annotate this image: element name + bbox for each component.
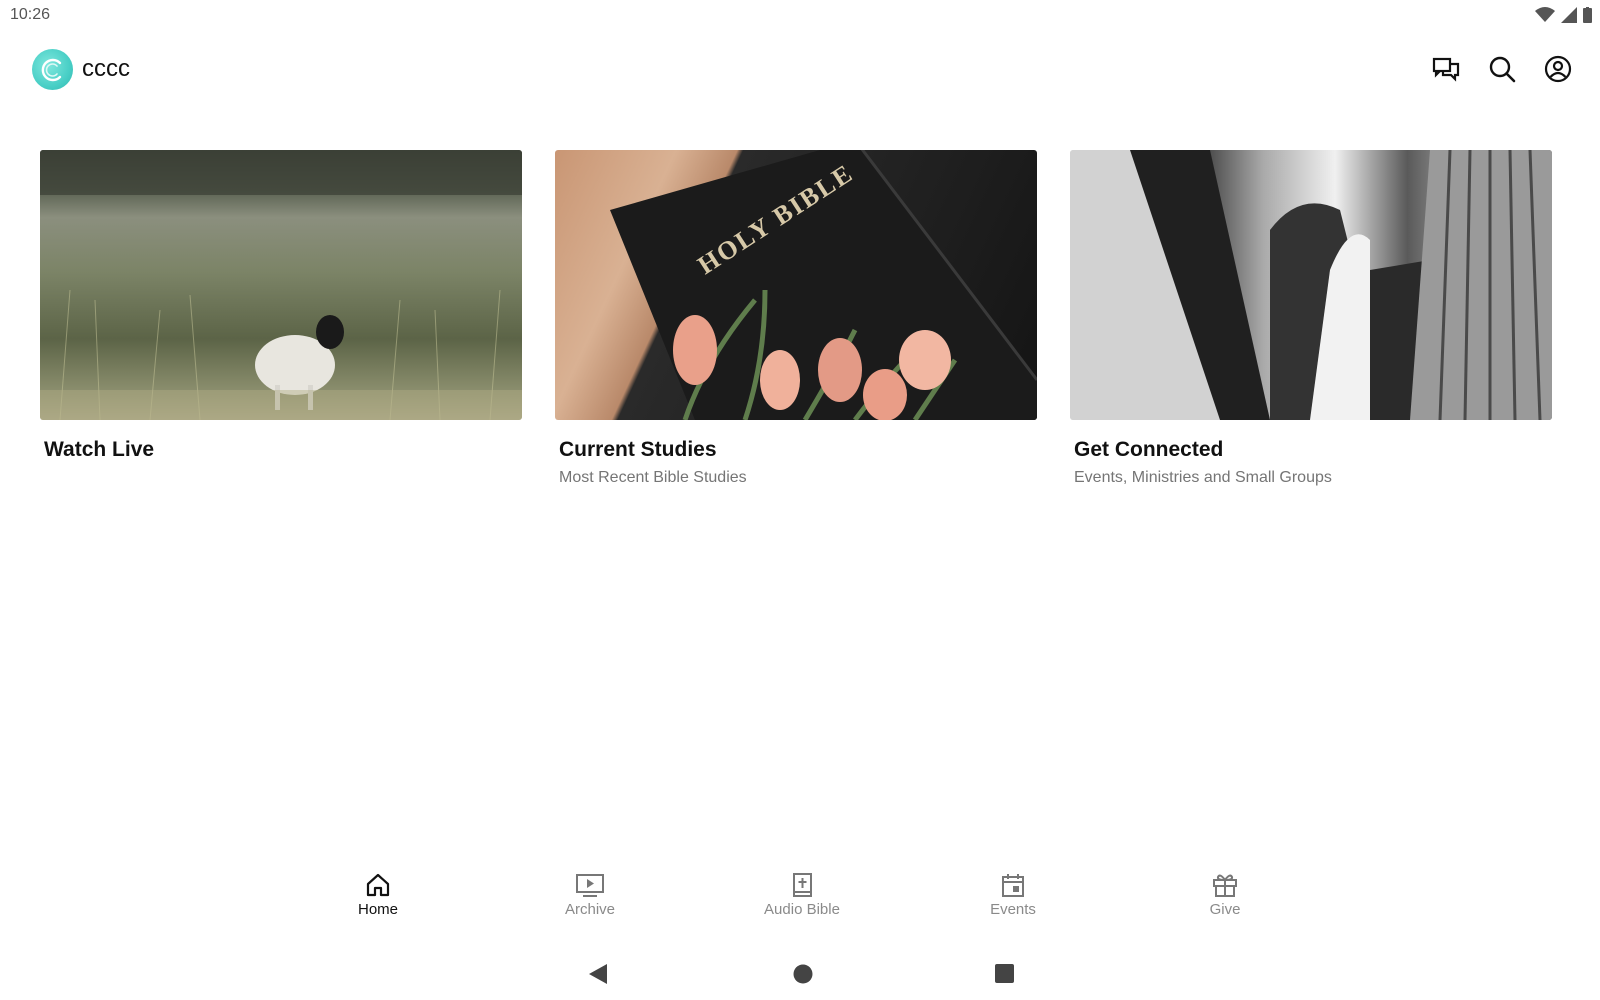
chat-button[interactable] (1430, 53, 1462, 85)
recents-square-icon (995, 964, 1014, 983)
card-subtitle: Events, Ministries and Small Groups (1074, 469, 1332, 486)
logo-mark-icon (41, 58, 61, 81)
status-icons (1535, 7, 1592, 28)
wifi-icon (1535, 7, 1555, 28)
back-button[interactable] (588, 963, 608, 990)
home-circle-icon (793, 964, 813, 984)
nav-label: Archive (564, 901, 616, 918)
nav-label: Events (990, 901, 1036, 918)
nav-item-events[interactable]: Events (953, 872, 1073, 918)
card-image-clasped-hands[interactable] (1070, 150, 1552, 420)
home-icon (366, 873, 390, 897)
clasped-hands-image (1070, 150, 1552, 420)
card-image-lamb-in-field[interactable] (40, 150, 522, 420)
card-subtitle: Most Recent Bible Studies (559, 469, 747, 486)
app-logo[interactable] (32, 49, 73, 90)
home-button[interactable] (793, 964, 813, 989)
nav-item-home[interactable]: Home (318, 872, 438, 918)
nav-item-audio-bible[interactable]: Audio Bible (742, 872, 862, 918)
nav-label: Audio Bible (764, 901, 840, 918)
card-get-connected[interactable]: Get Connected Events, Ministries and Sma… (1070, 150, 1552, 487)
account-icon (1544, 55, 1572, 83)
chat-icon (1432, 57, 1460, 82)
status-bar: 10:26 (0, 0, 1600, 30)
status-time: 10:26 (10, 6, 51, 23)
search-button[interactable] (1486, 53, 1518, 85)
card-title: Watch Live (44, 438, 155, 461)
card-current-studies[interactable]: HOLY BIBLE Current Studies Most Recent B… (555, 150, 1037, 487)
nav-label: Give (1209, 901, 1241, 918)
nav-item-give[interactable]: Give (1165, 872, 1285, 918)
system-navigation (0, 955, 1600, 995)
app-actions (1430, 53, 1574, 85)
card-title: Current Studies (559, 438, 717, 461)
card-watch-live[interactable]: Watch Live (40, 150, 522, 487)
lamb-in-field-image (40, 150, 522, 420)
gift-icon (1213, 874, 1237, 897)
recents-button[interactable] (995, 964, 1014, 988)
account-button[interactable] (1542, 53, 1574, 85)
bottom-navigation: Home Archive Audio Bible Events Give (0, 872, 1600, 936)
nav-label: Home (357, 901, 398, 918)
back-triangle-icon (589, 964, 607, 984)
bible-icon (793, 873, 812, 897)
calendar-icon (1002, 874, 1024, 897)
home-cards: Watch Live HOLY BIBLE Current Studies Mo… (40, 150, 1552, 487)
archive-play-icon (576, 874, 604, 897)
card-title: Get Connected (1074, 438, 1224, 461)
app-title: cccc (82, 55, 130, 82)
card-image-holy-bible[interactable]: HOLY BIBLE (555, 150, 1037, 420)
holy-bible-with-tulips-image: HOLY BIBLE (610, 150, 1037, 420)
nav-item-archive[interactable]: Archive (530, 872, 650, 918)
cellular-icon (1561, 7, 1577, 28)
search-icon (1489, 56, 1516, 83)
battery-icon (1583, 7, 1592, 28)
app-bar: cccc (0, 40, 1600, 100)
